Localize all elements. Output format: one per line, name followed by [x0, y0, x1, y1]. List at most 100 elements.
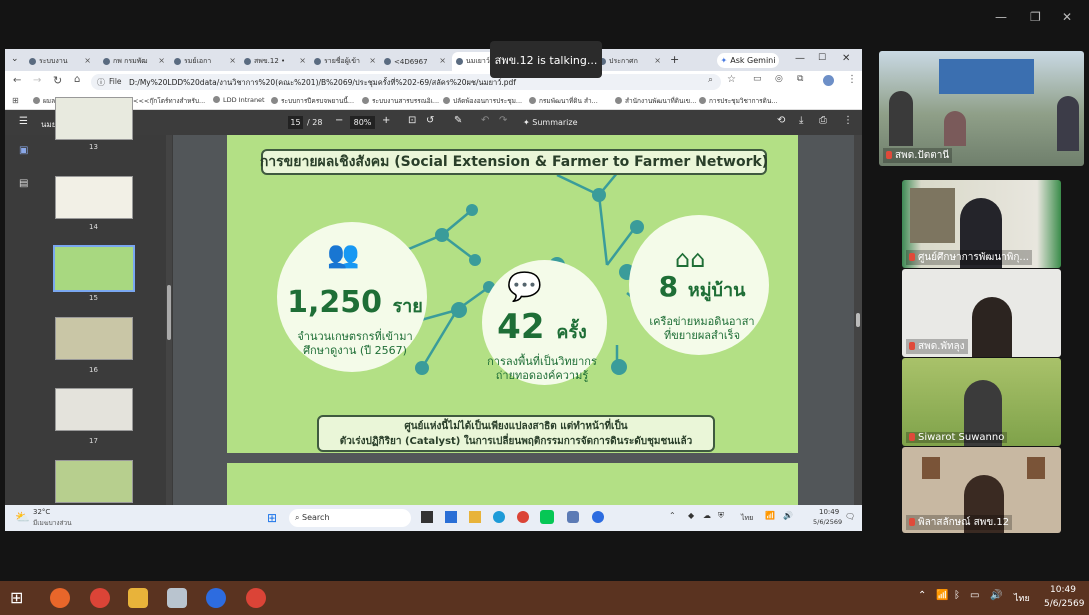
task-view-icon[interactable] — [421, 511, 433, 523]
more-options-icon[interactable]: ⋮ — [843, 115, 853, 126]
cloud-icon[interactable]: ☁ — [703, 511, 711, 520]
firefox-icon[interactable] — [50, 588, 70, 608]
browser-tab[interactable]: ประกาศก × — [595, 52, 665, 71]
tray-chevron-icon[interactable]: ⌃ — [918, 590, 926, 601]
undo-icon[interactable]: ↶ — [481, 115, 489, 126]
apps-grid-icon[interactable]: ⊞ — [12, 96, 19, 105]
language-indicator[interactable]: ไทย — [741, 513, 753, 524]
chrome-profile-icon[interactable] — [246, 588, 266, 608]
close-tab-icon[interactable]: × — [369, 56, 376, 65]
bookmark-item[interactable]: กรมพัฒนาที่ดิน สำ... — [529, 96, 598, 106]
app-icon[interactable] — [167, 588, 187, 608]
cast-icon[interactable]: ▭ — [753, 74, 762, 84]
summarize-button[interactable]: ✦ Summarize — [523, 118, 578, 127]
bookmark-item[interactable]: สำนักงานพัฒนาที่ดินเข... — [615, 96, 696, 106]
zoom-icon[interactable]: ⌕ — [708, 75, 713, 85]
file-explorer-icon[interactable] — [128, 588, 148, 608]
participant-video-tile[interactable]: สพด.พัทลุง — [902, 269, 1061, 357]
menu-icon[interactable]: ⋮ — [847, 74, 857, 85]
thumbnails-tab-icon[interactable]: ▣ — [19, 145, 28, 156]
download-icon[interactable]: ⤓ — [799, 115, 803, 126]
rotate-icon[interactable]: ↺ — [426, 115, 434, 126]
browser-tab[interactable]: ระบบงาน × — [25, 52, 95, 71]
zoom-out-icon[interactable]: − — [335, 115, 343, 126]
fit-page-icon[interactable]: ⊡ — [408, 115, 416, 126]
language-indicator[interactable]: ไทย — [1014, 591, 1030, 605]
bluetooth-icon[interactable]: ᛒ — [954, 590, 960, 601]
browser-tab[interactable]: รมย์เอกา × — [170, 52, 240, 71]
outline-tab-icon[interactable]: ▤ — [19, 178, 28, 189]
home-icon[interactable]: ⌂ — [74, 74, 80, 85]
participant-video-tile[interactable]: ศูนย์ศึกษาการพัฒนาพิกุ... — [902, 180, 1061, 268]
ask-gemini-button[interactable]: ✦ Ask Gemini — [717, 53, 779, 68]
volume-icon[interactable]: 🔊 — [990, 590, 1002, 601]
close-icon[interactable]: ✕ — [1062, 10, 1072, 24]
page-thumbnail[interactable] — [55, 97, 133, 140]
restore-icon[interactable]: ❐ — [1030, 10, 1041, 24]
clock-time[interactable]: 10:49 — [819, 508, 839, 516]
bookmark-item[interactable]: ระบบการปีครบจพยานนี้... — [271, 96, 354, 106]
close-tab-icon[interactable]: × — [299, 56, 306, 65]
line-icon[interactable] — [540, 510, 554, 524]
forward-icon[interactable]: → — [33, 75, 41, 86]
zoom-app-icon[interactable] — [206, 588, 226, 608]
page-thumbnail[interactable] — [55, 460, 133, 503]
participant-video-tile[interactable]: พิลาสลักษณ์ สพข.12 — [902, 447, 1061, 533]
dropbox-icon[interactable]: ◆ — [688, 511, 694, 520]
clock-time[interactable]: 10:49 — [1050, 585, 1076, 595]
close-tab-icon[interactable]: × — [84, 56, 91, 65]
window-minimize-icon[interactable]: — — [795, 53, 805, 64]
participant-video-tile[interactable]: สพด.ปัตตานี — [879, 51, 1084, 166]
close-tab-icon[interactable]: × — [158, 56, 165, 65]
tray-chevron-icon[interactable]: ⌃ — [669, 511, 676, 520]
taskbar-search-box[interactable]: ⌕ Search — [289, 509, 411, 527]
minimize-icon[interactable]: — — [995, 10, 1007, 24]
bookmark-star-icon[interactable]: ☆ — [727, 74, 736, 85]
file-explorer-icon[interactable] — [469, 511, 481, 523]
window-maximize-icon[interactable]: ☐ — [818, 53, 826, 63]
close-tab-icon[interactable]: × — [654, 56, 661, 65]
screenshot-icon[interactable]: ◎ — [775, 74, 783, 84]
volume-icon[interactable]: 🔊 — [783, 511, 793, 520]
zoom-app-icon[interactable] — [592, 511, 604, 523]
page-thumbnail[interactable] — [55, 317, 133, 360]
print-icon[interactable]: ⎙ — [819, 115, 827, 126]
settings-app-icon[interactable] — [567, 511, 579, 523]
profile-avatar[interactable] — [823, 75, 834, 86]
wifi-icon[interactable]: 📶 — [765, 511, 775, 520]
browser-tab[interactable]: สพข.12 • × — [240, 52, 310, 71]
pdf-menu-icon[interactable]: ☰ — [19, 116, 28, 127]
back-icon[interactable]: ← — [13, 75, 21, 86]
window-close-icon[interactable]: ✕ — [842, 53, 850, 64]
page-number-input[interactable]: 15 — [288, 116, 303, 129]
reload-icon[interactable]: ↻ — [53, 74, 62, 87]
chrome-icon[interactable] — [90, 588, 110, 608]
notifications-icon[interactable]: 🗨 — [845, 512, 855, 521]
browser-tab[interactable]: <4D6967 × — [380, 52, 450, 71]
clock-date[interactable]: 5/6/2569 — [813, 518, 842, 526]
extensions-icon[interactable]: ⧉ — [797, 74, 803, 84]
windows-start-icon[interactable]: ⊞ — [267, 511, 277, 525]
security-icon[interactable]: ⛨ — [718, 511, 724, 521]
draw-icon[interactable]: ⟲ — [777, 115, 785, 126]
redo-icon[interactable]: ↷ — [499, 115, 507, 126]
browser-tab[interactable]: รายชื่อผู้เข้า × — [310, 52, 380, 71]
browser-tab[interactable]: กพ กรมพัฒ × — [99, 52, 169, 71]
bookmark-item[interactable]: ปลัดพ้องอนการประชุม... — [443, 96, 522, 106]
annotate-icon[interactable]: ✎ — [454, 115, 462, 126]
page-thumbnail[interactable] — [55, 388, 133, 431]
close-tab-icon[interactable]: × — [229, 56, 236, 65]
sidebar-scrollbar[interactable] — [166, 135, 172, 505]
pdf-scrollbar[interactable] — [854, 135, 862, 505]
page-thumbnail[interactable] — [55, 176, 133, 219]
bookmark-item[interactable]: การประชุมวิชาการดิน... — [699, 96, 778, 106]
zoom-in-icon[interactable]: + — [382, 115, 390, 126]
edge-icon[interactable] — [493, 511, 505, 523]
close-tab-icon[interactable]: × — [439, 56, 446, 65]
zoom-level-input[interactable]: 80% — [350, 116, 375, 129]
windows-start-icon[interactable]: ⊞ — [10, 588, 23, 607]
clock-date[interactable]: 5/6/2569 — [1044, 599, 1084, 609]
tab-list-icon[interactable]: ⌄ — [11, 54, 19, 64]
calculator-icon[interactable] — [445, 511, 457, 523]
bookmark-item[interactable]: LDD Intranet — [213, 96, 265, 104]
